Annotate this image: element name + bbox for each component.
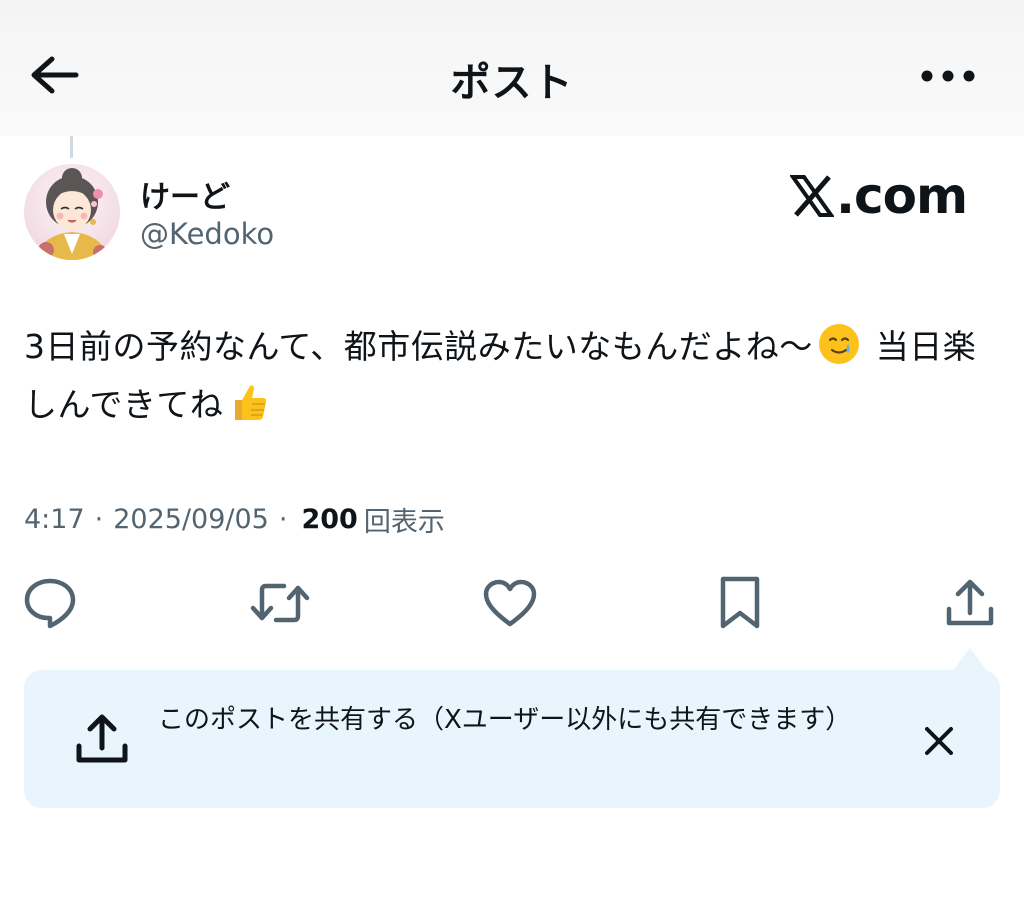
post-text-part1: 3日前の予約なんて、都市伝説みたいなもんだよね〜 <box>24 327 813 366</box>
share-button[interactable] <box>940 574 1000 632</box>
like-button[interactable] <box>480 574 540 632</box>
more-horizontal-icon <box>921 70 975 82</box>
watermark-text: .com <box>836 167 968 225</box>
display-name[interactable]: けーど <box>140 172 230 216</box>
reply-button[interactable] <box>20 574 80 632</box>
thumbs-up-emoji-icon <box>235 385 267 420</box>
post-date[interactable]: 2025/09/05 <box>113 504 269 535</box>
share-tip-text[interactable]: このポストを共有する（Xユーザー以外にも共有できます） <box>158 702 858 738</box>
post-body: 3日前の予約なんて、都市伝説みたいなもんだよね〜 当日楽しんできてね <box>24 318 984 434</box>
close-button[interactable] <box>914 716 964 766</box>
share-tip-arrow <box>952 648 988 672</box>
views-count: 200 <box>301 504 358 535</box>
x-logo-icon <box>790 175 834 217</box>
user-handle[interactable]: @Kedoko <box>140 217 274 251</box>
meta-separator: · <box>278 504 288 535</box>
post-meta: 4:17 · 2025/09/05 · 200 回表示 <box>24 500 445 539</box>
heart-icon <box>483 579 537 627</box>
bookmark-icon <box>720 576 760 629</box>
reply-icon <box>24 578 76 629</box>
bookmark-button[interactable] <box>710 574 770 632</box>
close-icon <box>925 727 953 755</box>
x-com-watermark: .com <box>790 167 968 225</box>
share-icon <box>76 714 128 763</box>
post-time: 4:17 <box>24 504 85 535</box>
smiling-face-with-tear-emoji-icon <box>818 324 859 364</box>
meta-separator: · <box>94 504 104 535</box>
share-icon <box>946 579 994 626</box>
share-tip-icon-wrap <box>72 710 132 770</box>
page-title: ポスト <box>450 60 574 106</box>
avatar[interactable] <box>24 164 120 260</box>
repost-button[interactable] <box>250 574 310 632</box>
more-button[interactable] <box>918 58 978 94</box>
repost-icon <box>250 583 310 623</box>
thread-connector-line <box>70 136 73 158</box>
share-tip-banner[interactable]: このポストを共有する（Xユーザー以外にも共有できます） <box>24 670 1000 808</box>
views-label: 回表示 <box>363 507 445 538</box>
top-bar: ポスト <box>0 0 1024 136</box>
illustrated-avatar-icon <box>24 164 120 260</box>
